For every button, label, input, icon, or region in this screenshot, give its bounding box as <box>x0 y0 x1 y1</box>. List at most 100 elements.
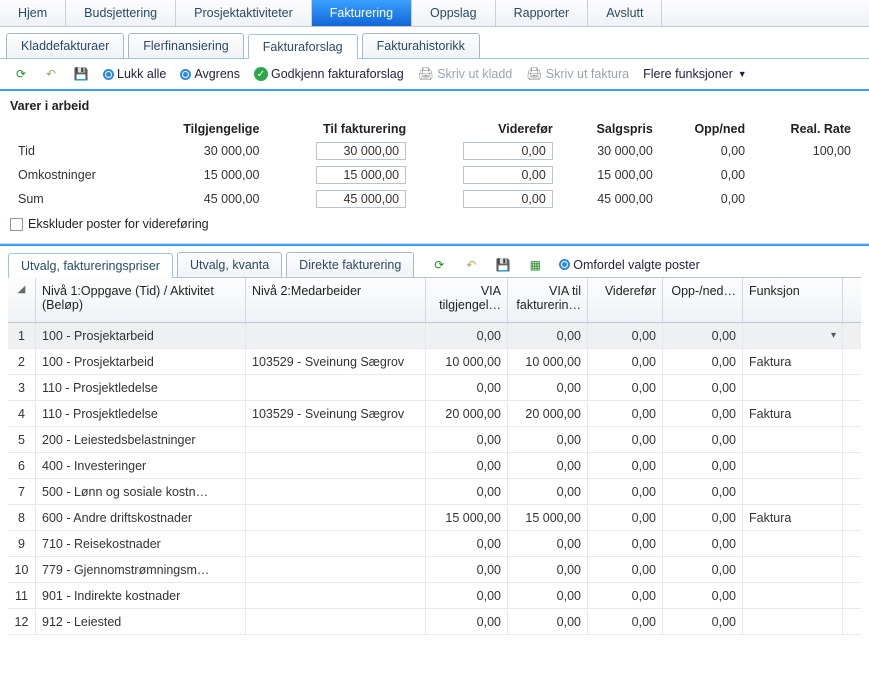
bottom-tab[interactable]: Utvalg, kvanta <box>177 252 282 277</box>
grid-undo-button[interactable]: ↶ <box>458 255 484 275</box>
table-cell[interactable]: 0,00 <box>588 401 663 426</box>
table-cell[interactable]: 0,00 <box>426 323 508 348</box>
main-tab-rapporter[interactable]: Rapporter <box>496 0 589 26</box>
table-cell[interactable]: 15 000,00 <box>508 505 588 530</box>
table-cell[interactable]: 0,00 <box>426 531 508 556</box>
table-cell[interactable]: 710 - Reisekostnader <box>36 531 246 556</box>
table-row[interactable]: 11901 - Indirekte kostnader0,000,000,000… <box>8 583 861 609</box>
flere-funksjoner-button[interactable]: Flere funksjoner▼ <box>638 65 752 83</box>
table-cell[interactable]: 0,00 <box>508 375 588 400</box>
table-cell[interactable]: 0,00 <box>663 323 743 348</box>
table-cell[interactable]: 200 - Leiestedsbelastninger <box>36 427 246 452</box>
table-cell[interactable]: 2 <box>8 349 36 374</box>
table-cell[interactable]: 0,00 <box>588 453 663 478</box>
main-tab-avslutt[interactable]: Avslutt <box>588 0 662 26</box>
table-cell[interactable]: 1 <box>8 323 36 348</box>
table-cell[interactable]: 600 - Andre driftskostnader <box>36 505 246 530</box>
table-cell[interactable]: 0,00 <box>663 401 743 426</box>
table-cell[interactable]: 912 - Leiested <box>36 609 246 634</box>
table-cell[interactable]: 103529 - Sveinung Sægrov <box>246 349 426 374</box>
table-cell[interactable] <box>246 583 426 608</box>
col-funksjon[interactable]: Funksjon <box>743 278 843 322</box>
main-tab-fakturering[interactable]: Fakturering <box>312 0 412 26</box>
col-via-fakturering[interactable]: VIA til fakturerin… <box>508 278 588 322</box>
table-cell[interactable] <box>246 531 426 556</box>
table-cell[interactable]: 20 000,00 <box>508 401 588 426</box>
table-row[interactable]: 5200 - Leiestedsbelastninger0,000,000,00… <box>8 427 861 453</box>
table-cell[interactable]: 0,00 <box>588 427 663 452</box>
table-cell[interactable]: 0,00 <box>663 427 743 452</box>
table-cell[interactable] <box>246 375 426 400</box>
refresh-button[interactable]: ⟳ <box>8 64 34 84</box>
table-cell[interactable]: 10 000,00 <box>508 349 588 374</box>
table-cell[interactable]: 103529 - Sveinung Sægrov <box>246 401 426 426</box>
table-cell[interactable]: Faktura <box>743 505 843 530</box>
table-cell[interactable] <box>246 323 426 348</box>
skriv-kladd-button[interactable]: 🖨Skriv ut kladd <box>413 64 518 84</box>
table-cell[interactable] <box>246 453 426 478</box>
main-tab-prosjektaktiviteter[interactable]: Prosjektaktiviteter <box>176 0 312 26</box>
table-row[interactable]: 8600 - Andre driftskostnader15 000,0015 … <box>8 505 861 531</box>
table-cell[interactable]: 0,00 <box>663 375 743 400</box>
table-cell[interactable] <box>246 557 426 582</box>
table-cell[interactable] <box>743 427 843 452</box>
table-cell[interactable]: 901 - Indirekte kostnader <box>36 583 246 608</box>
undo-button[interactable]: ↶ <box>38 64 64 84</box>
table-cell[interactable]: 4 <box>8 401 36 426</box>
table-row[interactable]: 7500 - Lønn og sosiale kostn…0,000,000,0… <box>8 479 861 505</box>
table-cell[interactable]: 100 - Prosjektarbeid <box>36 323 246 348</box>
summary-cell[interactable]: 30 000,00 <box>267 139 414 163</box>
table-cell[interactable]: 0,00 <box>426 583 508 608</box>
table-cell[interactable]: 6 <box>8 453 36 478</box>
table-cell[interactable]: 0,00 <box>508 427 588 452</box>
table-cell[interactable]: 0,00 <box>588 505 663 530</box>
table-cell[interactable]: 110 - Prosjektledelse <box>36 401 246 426</box>
summary-input[interactable]: 0,00 <box>463 166 553 184</box>
table-cell[interactable]: 12 <box>8 609 36 634</box>
table-cell[interactable]: Faktura <box>743 401 843 426</box>
table-cell[interactable]: 0,00 <box>663 531 743 556</box>
table-cell[interactable]: 0,00 <box>508 453 588 478</box>
table-row[interactable]: 9710 - Reisekostnader0,000,000,000,00 <box>8 531 861 557</box>
table-cell[interactable]: 0,00 <box>508 557 588 582</box>
save-button[interactable]: 💾 <box>68 64 94 84</box>
grid-table-button[interactable]: ▦ <box>522 255 548 275</box>
grid-refresh-button[interactable]: ⟳ <box>426 255 452 275</box>
table-cell[interactable]: 0,00 <box>426 427 508 452</box>
table-cell[interactable]: 500 - Lønn og sosiale kostn… <box>36 479 246 504</box>
col-level2[interactable]: Nivå 2:Medarbeider <box>246 278 426 322</box>
table-cell[interactable]: 0,00 <box>588 349 663 374</box>
table-row[interactable]: 1100 - Prosjektarbeid0,000,000,000,00▾ <box>8 323 861 349</box>
sub-tab-flerfinansiering[interactable]: Flerfinansiering <box>128 33 243 58</box>
summary-input[interactable]: 30 000,00 <box>316 142 406 160</box>
table-cell[interactable]: 0,00 <box>426 557 508 582</box>
summary-cell[interactable]: 0,00 <box>414 163 561 187</box>
rownum-header[interactable]: ◢ <box>8 278 36 322</box>
table-cell[interactable]: 0,00 <box>508 583 588 608</box>
summary-input[interactable]: 0,00 <box>463 190 553 208</box>
table-cell[interactable] <box>743 609 843 634</box>
summary-cell[interactable]: 0,00 <box>414 139 561 163</box>
table-cell[interactable]: 779 - Gjennomstrømningsm… <box>36 557 246 582</box>
table-cell[interactable]: 0,00 <box>426 609 508 634</box>
exclude-checkbox[interactable] <box>10 218 23 231</box>
table-cell[interactable] <box>246 609 426 634</box>
table-cell[interactable]: 5 <box>8 427 36 452</box>
table-cell[interactable] <box>743 583 843 608</box>
main-tab-hjem[interactable]: Hjem <box>0 0 66 26</box>
table-cell[interactable]: 0,00 <box>588 583 663 608</box>
table-cell[interactable]: 0,00 <box>508 609 588 634</box>
table-cell[interactable]: 0,00 <box>508 531 588 556</box>
table-cell[interactable]: 10 <box>8 557 36 582</box>
table-cell[interactable]: 3 <box>8 375 36 400</box>
table-cell[interactable]: ▾ <box>743 323 843 348</box>
table-cell[interactable]: 8 <box>8 505 36 530</box>
table-cell[interactable]: 0,00 <box>426 479 508 504</box>
table-cell[interactable]: 0,00 <box>588 479 663 504</box>
summary-input[interactable]: 0,00 <box>463 142 553 160</box>
table-cell[interactable]: 100 - Prosjektarbeid <box>36 349 246 374</box>
table-cell[interactable] <box>743 531 843 556</box>
table-cell[interactable]: 400 - Investeringer <box>36 453 246 478</box>
table-cell[interactable]: 7 <box>8 479 36 504</box>
table-cell[interactable] <box>743 453 843 478</box>
